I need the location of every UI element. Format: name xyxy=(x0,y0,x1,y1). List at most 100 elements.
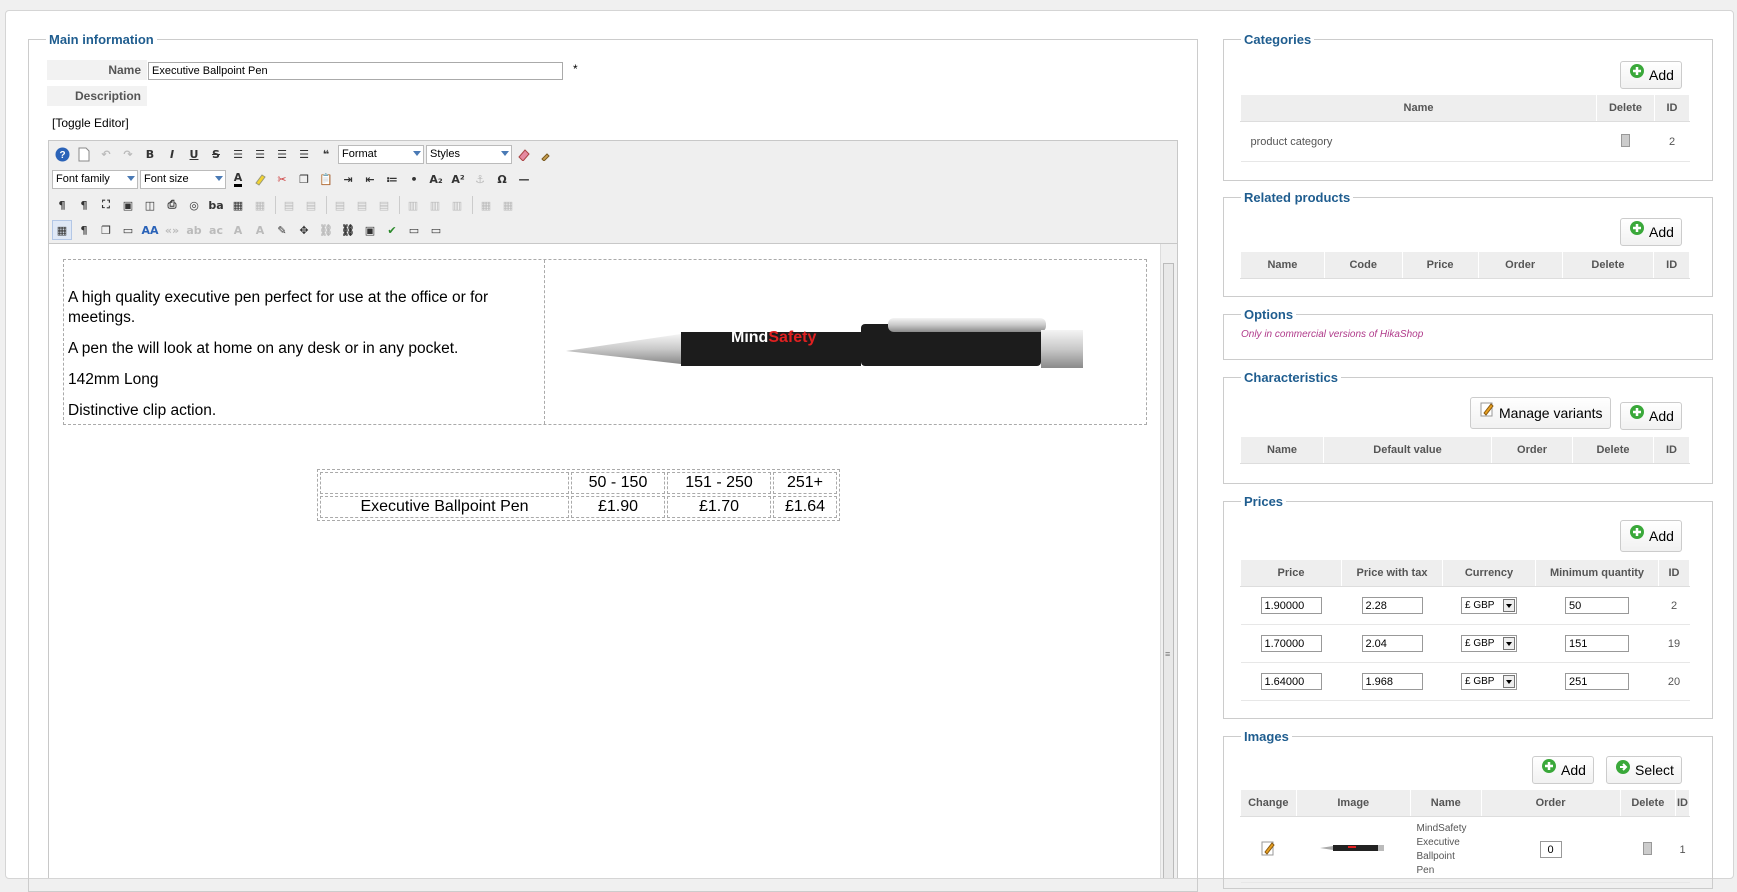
min-qty-input[interactable] xyxy=(1565,597,1629,614)
currency-select[interactable]: £ GBP xyxy=(1461,597,1517,614)
bold-icon[interactable]: B xyxy=(140,144,160,164)
attributes-icon[interactable]: ✎ xyxy=(272,220,292,240)
categories-add-button[interactable]: Add xyxy=(1620,61,1682,89)
category-name-link[interactable]: product category xyxy=(1240,121,1597,162)
toggle-editor-link[interactable]: [Toggle Editor] xyxy=(52,116,129,130)
highlight-color-icon[interactable] xyxy=(250,169,270,189)
redo-icon[interactable]: ↷ xyxy=(118,144,138,164)
replace-icon[interactable]: ba xyxy=(206,195,226,215)
price-with-tax-input[interactable] xyxy=(1361,673,1423,690)
format-select[interactable]: Format xyxy=(338,144,424,164)
underline-icon[interactable]: U xyxy=(184,144,204,164)
currency-select[interactable]: £ GBP xyxy=(1461,635,1517,652)
col-after-icon[interactable]: ▥ xyxy=(425,195,445,215)
unordered-list-icon[interactable]: • xyxy=(404,169,424,189)
abbreviation-icon[interactable]: ab xyxy=(184,220,204,240)
indent-icon[interactable]: ⇥ xyxy=(338,169,358,189)
show-blocks-icon[interactable]: ¶ xyxy=(74,220,94,240)
edit-pencil-icon[interactable] xyxy=(1260,841,1276,859)
justify-icon[interactable]: ☰ xyxy=(228,144,248,164)
price-input[interactable] xyxy=(1260,635,1322,652)
eraser-icon[interactable] xyxy=(514,144,534,164)
characteristics-add-button[interactable]: Add xyxy=(1620,402,1682,430)
source-code-icon[interactable]: ◫ xyxy=(140,195,160,215)
row-before-icon[interactable]: ▤ xyxy=(330,195,350,215)
paste-icon[interactable]: 📋 xyxy=(316,169,336,189)
image-order-input[interactable] xyxy=(1539,841,1562,858)
image-icon[interactable]: ▣ xyxy=(360,220,380,240)
related-products-add-button[interactable]: Add xyxy=(1620,218,1682,246)
price-with-tax-input[interactable] xyxy=(1361,635,1423,652)
manage-variants-button[interactable]: Manage variants xyxy=(1470,397,1611,429)
link-icon[interactable]: ⛓ xyxy=(338,220,358,240)
cell-props-icon[interactable]: ▤ xyxy=(301,195,321,215)
nonbreaking-icon[interactable]: ✥ xyxy=(294,220,314,240)
editor-content-area[interactable]: A high quality executive pen perfect for… xyxy=(48,243,1178,878)
readmore-icon[interactable]: ▭ xyxy=(426,220,446,240)
split-cells-icon[interactable]: ▦ xyxy=(476,195,496,215)
blockquote-icon[interactable]: ❝ xyxy=(316,144,336,164)
preview-icon[interactable]: ▣ xyxy=(118,195,138,215)
min-qty-input[interactable] xyxy=(1565,673,1629,690)
spellcheck-icon[interactable]: ✔ xyxy=(382,220,402,240)
name-input[interactable] xyxy=(148,62,563,80)
strikethrough-icon[interactable]: S xyxy=(206,144,226,164)
special-char-icon[interactable]: Ω xyxy=(492,169,512,189)
font-family-select[interactable]: Font family xyxy=(52,169,138,189)
delete-table-icon[interactable]: ▦ xyxy=(250,195,270,215)
price-input[interactable] xyxy=(1260,673,1322,690)
styleprops-icon[interactable]: AA xyxy=(140,220,160,240)
visual-aid-icon[interactable]: ▦ xyxy=(52,220,72,240)
prices-add-button[interactable]: Add xyxy=(1620,520,1682,552)
ltr-icon[interactable]: ¶ xyxy=(52,195,72,215)
undo-icon[interactable]: ↶ xyxy=(96,144,116,164)
help-icon[interactable]: ? xyxy=(52,144,72,164)
insertion-icon[interactable]: A xyxy=(250,220,270,240)
align-right-icon[interactable]: ☰ xyxy=(294,144,314,164)
editor-scrollbar[interactable]: ≡ xyxy=(1160,244,1177,878)
new-document-icon[interactable] xyxy=(74,144,94,164)
ordered-list-icon[interactable]: ≔ xyxy=(382,169,402,189)
outdent-icon[interactable]: ⇤ xyxy=(360,169,380,189)
copy-icon[interactable]: ❐ xyxy=(294,169,314,189)
trash-icon[interactable] xyxy=(1621,133,1630,147)
currency-select[interactable]: £ GBP xyxy=(1461,673,1517,690)
merge-cells-icon[interactable]: ▦ xyxy=(498,195,518,215)
find-icon[interactable]: ◎ xyxy=(184,195,204,215)
editor-scrollbar-thumb[interactable] xyxy=(1163,263,1174,878)
cut-icon[interactable]: ✂ xyxy=(272,169,292,189)
subscript-icon[interactable]: A₂ xyxy=(426,169,446,189)
horizontal-rule-icon[interactable]: — xyxy=(514,169,534,189)
row-props-icon[interactable]: ▤ xyxy=(279,195,299,215)
text-color-icon[interactable]: A xyxy=(228,169,248,189)
images-add-button[interactable]: Add xyxy=(1532,756,1594,784)
price-with-tax-input[interactable] xyxy=(1361,597,1423,614)
col-before-icon[interactable]: ▥ xyxy=(403,195,423,215)
anchor-icon[interactable]: ⚓ xyxy=(470,169,490,189)
superscript-icon[interactable]: A² xyxy=(448,169,468,189)
styles-select[interactable]: Styles xyxy=(426,144,512,164)
trash-icon[interactable] xyxy=(1643,841,1653,855)
unlink-icon[interactable]: ⛓ xyxy=(316,220,336,240)
template-icon[interactable]: ❐ xyxy=(96,220,116,240)
delete-col-icon[interactable]: ▥ xyxy=(447,195,467,215)
citation-icon[interactable]: «» xyxy=(162,220,182,240)
layer-icon[interactable]: ▭ xyxy=(118,220,138,240)
table-icon[interactable]: ▦ xyxy=(228,195,248,215)
images-select-button[interactable]: Select xyxy=(1606,756,1682,784)
font-size-select[interactable]: Font size xyxy=(140,169,226,189)
cleanup-brush-icon[interactable] xyxy=(536,144,556,164)
rtl-icon[interactable]: ¶ xyxy=(74,195,94,215)
fullscreen-icon[interactable]: ⛶ xyxy=(96,195,116,215)
price-input[interactable] xyxy=(1260,597,1322,614)
min-qty-input[interactable] xyxy=(1565,635,1629,652)
deletion-icon[interactable]: A xyxy=(228,220,248,240)
align-left-icon[interactable]: ☰ xyxy=(272,144,292,164)
pagebreak-icon[interactable]: ▭ xyxy=(404,220,424,240)
row-after-icon[interactable]: ▤ xyxy=(352,195,372,215)
italic-icon[interactable]: I xyxy=(162,144,182,164)
acronym-icon[interactable]: ac xyxy=(206,220,226,240)
align-center-icon[interactable]: ☰ xyxy=(250,144,270,164)
delete-row-icon[interactable]: ▤ xyxy=(374,195,394,215)
print-icon[interactable]: ⎙ xyxy=(162,195,182,215)
